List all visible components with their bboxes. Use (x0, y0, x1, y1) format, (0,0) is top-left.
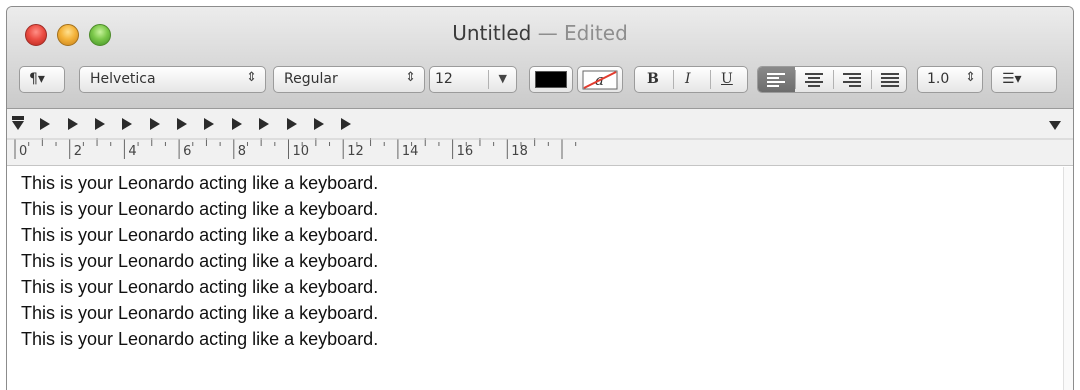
align-justify-button[interactable] (872, 67, 908, 92)
textedit-window: Untitled — Edited ¶▾ Helvetica ⇕ Regular… (6, 6, 1074, 390)
font-style-value: Regular (284, 71, 338, 87)
document-line: This is your Leonardo acting like a keyb… (21, 251, 379, 271)
text-style-segmented-control: B I U (634, 66, 748, 93)
align-left-icon (767, 73, 785, 87)
tab-stop-marker[interactable] (231, 118, 242, 130)
align-right-button[interactable] (834, 67, 871, 92)
bold-button[interactable]: B (647, 71, 659, 87)
no-color-swatch-icon: a (582, 70, 618, 90)
title-bar[interactable]: Untitled — Edited ¶▾ Helvetica ⇕ Regular… (7, 7, 1073, 109)
text-color-swatch (535, 71, 567, 88)
tab-stop-marker[interactable] (67, 118, 78, 130)
ruler-number: 2 (73, 144, 82, 159)
tab-stop-marker[interactable] (341, 118, 352, 130)
document-line: This is your Leonardo acting like a keyb… (21, 277, 379, 297)
title-separator: — (537, 21, 558, 45)
popup-arrows-icon: ⇕ (405, 70, 416, 85)
tab-stop-marker[interactable] (177, 118, 188, 130)
document-line: This is your Leonardo acting like a keyb… (21, 173, 379, 193)
font-family-value: Helvetica (90, 71, 156, 87)
segment-divider (673, 70, 674, 89)
tab-stop-marker[interactable] (259, 118, 270, 130)
edited-status: Edited (564, 21, 628, 45)
tab-stop-marker[interactable] (95, 118, 106, 130)
ruler-number: 8 (237, 144, 247, 159)
ruler-number: 0 (19, 144, 28, 159)
paragraph-styles-label: ¶▾ (29, 71, 45, 87)
ruler-number: 14 (401, 144, 419, 159)
ruler-number: 18 (511, 144, 528, 159)
ruler-ticks (7, 138, 1073, 159)
right-indent-marker[interactable] (1049, 121, 1061, 130)
align-center-icon (805, 73, 823, 87)
ruler-number: 16 (456, 144, 474, 159)
tab-stop-marker[interactable] (122, 118, 133, 130)
line-spacing-popup[interactable]: 1.0 ⇕ (917, 66, 983, 93)
align-center-button[interactable] (796, 67, 833, 92)
background-color-well[interactable]: a (577, 66, 623, 93)
font-family-popup[interactable]: Helvetica ⇕ (79, 66, 266, 93)
popup-arrows-icon: ⇕ (246, 70, 257, 85)
tab-stop-marker[interactable] (313, 118, 324, 130)
segment-divider (710, 70, 711, 89)
font-style-popup[interactable]: Regular ⇕ (273, 66, 425, 93)
align-left-button[interactable] (758, 67, 795, 92)
tab-stop-marker[interactable] (286, 118, 297, 130)
popup-arrows-icon: ⇕ (965, 70, 976, 85)
document-line: This is your Leonardo acting like a keyb… (21, 303, 379, 323)
tab-stop-marker[interactable] (204, 118, 215, 130)
line-spacing-value: 1.0 (927, 71, 950, 87)
window-title: Untitled — Edited (7, 21, 1073, 45)
ruler[interactable]: 0 2 4 6 8 10 12 14 16 18 (7, 109, 1073, 166)
left-indent-marker[interactable] (12, 121, 24, 130)
tab-stop-marker[interactable] (149, 118, 160, 130)
vertical-scrollbar[interactable] (1063, 167, 1073, 390)
document-name: Untitled (452, 21, 532, 45)
ruler-number: 12 (347, 144, 364, 159)
align-right-icon (843, 73, 861, 87)
text-color-well[interactable] (529, 66, 573, 93)
document-line: This is your Leonardo acting like a keyb… (21, 329, 379, 349)
chevron-down-icon[interactable]: ▼ (499, 72, 507, 85)
combo-divider (488, 70, 489, 89)
alignment-segmented-control (757, 66, 907, 93)
italic-button[interactable]: I (685, 71, 691, 87)
font-size-combo[interactable]: 12 ▼ (429, 66, 517, 93)
ruler-number: 4 (128, 144, 137, 159)
document-line: This is your Leonardo acting like a keyb… (21, 199, 379, 219)
align-justify-icon (881, 73, 899, 87)
ruler-number: 10 (292, 144, 310, 159)
tab-stop-marker[interactable] (40, 118, 51, 130)
list-bullets-popup[interactable]: ☰▾ (991, 66, 1057, 93)
ruler-number: 6 (183, 144, 192, 159)
document-line: This is your Leonardo acting like a keyb… (21, 225, 379, 245)
first-line-indent-marker[interactable] (12, 116, 24, 120)
document-text-area[interactable]: This is your Leonardo acting like a keyb… (7, 167, 1073, 390)
font-size-value: 12 (435, 71, 453, 87)
paragraph-styles-button[interactable]: ¶▾ (19, 66, 65, 93)
underline-button[interactable]: U (721, 71, 733, 87)
list-bullets-icon: ☰▾ (1002, 71, 1022, 87)
